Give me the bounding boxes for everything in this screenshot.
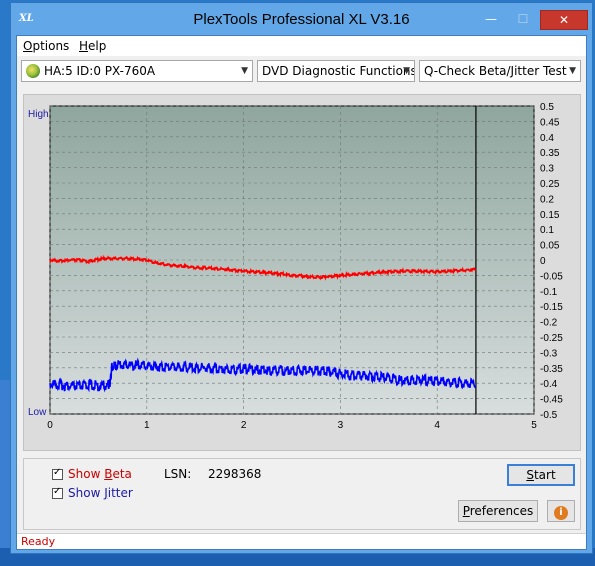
y-tick-label: 0.4 [540, 133, 554, 144]
show-beta-label: Show Beta [68, 467, 132, 481]
y-tick-label: -0.3 [540, 348, 558, 359]
function-select-value: DVD Diagnostic Functions [262, 64, 415, 78]
minimize-button[interactable]: — [476, 10, 506, 30]
y-tick-label: -0.4 [540, 379, 558, 390]
chevron-down-icon: ▼ [569, 66, 576, 76]
y-tick-label: -0.2 [540, 318, 558, 329]
axis-low-label: Low [28, 407, 47, 418]
lsn-label: LSN: [164, 467, 192, 481]
x-tick-label: 5 [531, 420, 537, 431]
y-tick-label: 0.35 [540, 148, 560, 159]
lsn-value: 2298368 [208, 467, 262, 481]
y-tick-label: -0.15 [540, 302, 563, 313]
x-tick-label: 0 [47, 420, 53, 431]
disc-drive-icon [26, 64, 40, 78]
x-tick-label: 4 [434, 420, 440, 431]
chevron-down-icon: ▼ [403, 66, 410, 76]
y-tick-label: 0.3 [540, 164, 554, 175]
test-select[interactable]: Q-Check Beta/Jitter Test ▼ [419, 60, 581, 82]
drive-select-value: HA:5 ID:0 PX-760A [44, 64, 156, 78]
client-area: Options Help HA:5 ID:0 PX-760A ▼ DVD Dia… [16, 35, 587, 550]
y-tick-label: 0.5 [540, 102, 554, 113]
y-tick-label: -0.35 [540, 364, 563, 375]
y-tick-label: 0.1 [540, 225, 554, 236]
function-select[interactable]: DVD Diagnostic Functions ▼ [257, 60, 415, 82]
app-window: XL PlexTools Professional XL V3.16 — ☐ ✕… [10, 2, 593, 554]
y-tick-label: 0.15 [540, 210, 560, 221]
x-tick-label: 2 [241, 420, 247, 431]
maximize-button[interactable]: ☐ [508, 10, 538, 30]
axis-high-label: High [28, 109, 49, 120]
info-button[interactable]: i [547, 500, 575, 522]
chevron-down-icon: ▼ [241, 66, 248, 76]
status-text: Ready [21, 535, 56, 548]
show-beta-checkbox[interactable] [52, 467, 63, 480]
menu-help[interactable]: Help [79, 39, 106, 53]
y-tick-label: -0.25 [540, 333, 563, 344]
y-tick-label: -0.1 [540, 287, 558, 298]
y-tick-label: -0.5 [540, 410, 558, 421]
beta-jitter-chart: 0.5 0.45 0.4 0.35 0.3 0.25 0.2 0.15 0.1 0.05 0 -0.0… [28, 102, 563, 431]
y-tick-label: -0.45 [540, 395, 563, 406]
test-select-value: Q-Check Beta/Jitter Test [424, 64, 567, 78]
x-tick-label: 1 [144, 420, 150, 431]
menu-bar: Options Help [17, 36, 586, 56]
title-bar[interactable]: XL PlexTools Professional XL V3.16 — ☐ ✕ [11, 3, 592, 35]
y-tick-label: 0.45 [540, 117, 560, 128]
status-bar: Ready [17, 533, 586, 549]
y-tick-label: 0.05 [540, 241, 560, 252]
show-jitter-label: Show Jitter [68, 486, 133, 500]
drive-select[interactable]: HA:5 ID:0 PX-760A ▼ [21, 60, 253, 82]
start-button[interactable]: Start [507, 464, 575, 486]
chart-panel: 0.5 0.45 0.4 0.35 0.3 0.25 0.2 0.15 0.1 0.05 0 -0.0… [23, 94, 581, 451]
x-tick-label: 3 [338, 420, 344, 431]
info-icon: i [554, 506, 568, 520]
y-tick-label: -0.05 [540, 271, 563, 282]
y-tick-label: 0 [540, 256, 546, 267]
x-axis-ticks: 0 1 2 3 4 5 [47, 420, 537, 431]
menu-options[interactable]: Options [23, 39, 69, 53]
show-jitter-checkbox[interactable] [52, 486, 63, 499]
preferences-button[interactable]: Preferences [458, 500, 538, 522]
y-axis-ticks: 0.5 0.45 0.4 0.35 0.3 0.25 0.2 0.15 0.1 0.05 0 -0.0… [540, 102, 563, 421]
controls-panel: Show Beta Show Jitter LSN: 2298368 Start… [23, 458, 581, 530]
y-tick-label: 0.25 [540, 179, 560, 190]
y-tick-label: 0.2 [540, 194, 554, 205]
close-button[interactable]: ✕ [540, 10, 588, 30]
